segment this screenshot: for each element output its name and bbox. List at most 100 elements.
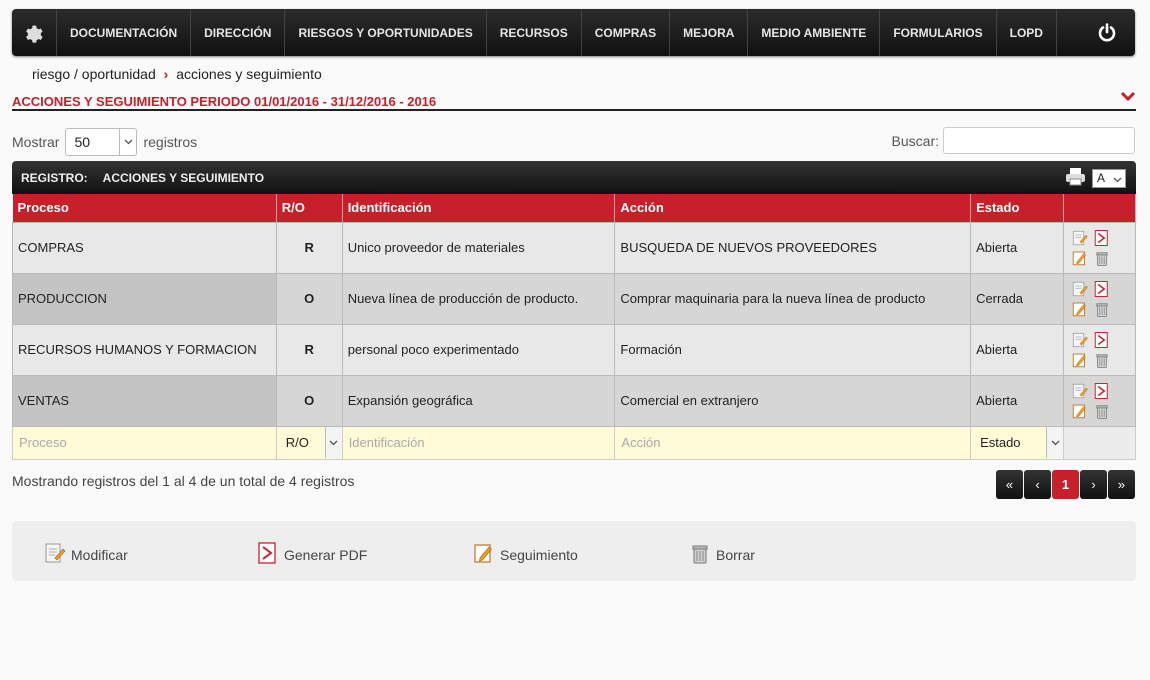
legend-modificar: Modificar: [43, 541, 128, 568]
records-table: Proceso R/O Identificación Acción Estado…: [12, 194, 1136, 460]
pdf-icon[interactable]: [1093, 228, 1111, 248]
filter-estado-value: Estado: [980, 435, 1021, 450]
legend-borrar: Borrar: [688, 541, 755, 568]
nav-recursos[interactable]: RECURSOS: [487, 9, 582, 56]
page-first-button[interactable]: «: [996, 470, 1023, 499]
pdf-icon[interactable]: [1093, 330, 1111, 350]
nav-mejora[interactable]: MEJORA: [670, 9, 749, 56]
cell-ro: R: [275, 323, 343, 376]
cell-estado: Abierta: [970, 323, 1064, 376]
table-row[interactable]: RECURSOS HUMANOS Y FORMACION Rpersonal po…: [12, 323, 1136, 376]
filter-estado-select[interactable]: Estado: [970, 425, 1064, 460]
records-per-page-select[interactable]: 50: [65, 128, 138, 156]
pdf-icon[interactable]: [1093, 381, 1111, 401]
edit-document-icon[interactable]: [1071, 381, 1089, 401]
filter-proceso-input[interactable]: Proceso: [12, 425, 277, 460]
legend-pdf-label: Generar PDF: [284, 546, 368, 563]
edit-document-icon[interactable]: [1071, 279, 1089, 299]
length-menu-prefix: Mostrar: [12, 134, 60, 150]
cell-estado: Abierta: [970, 374, 1064, 427]
filter-accion-input[interactable]: Acción: [614, 425, 972, 460]
cell-actions: [1063, 374, 1136, 427]
tracking-pencil-icon[interactable]: [1071, 350, 1089, 370]
legend-seguimiento: Seguimiento: [472, 541, 578, 568]
cell-actions: [1063, 221, 1136, 274]
nav-compras[interactable]: COMPRAS: [582, 9, 671, 56]
page-next-button[interactable]: ›: [1080, 470, 1107, 499]
column-header-identificacion[interactable]: Identificación: [342, 194, 616, 222]
edit-document-icon[interactable]: [1071, 330, 1089, 350]
records-per-page-value: 50: [74, 134, 91, 150]
page-current-button[interactable]: 1: [1052, 470, 1079, 499]
length-menu: Mostrar 50 registros: [12, 128, 197, 156]
nav-formularios[interactable]: FORMULARIOS: [880, 9, 997, 56]
font-size-value: A: [1097, 171, 1106, 185]
breadcrumb: riesgo / oportunidad › acciones y seguim…: [32, 66, 322, 82]
tracking-pencil-icon[interactable]: [1071, 299, 1089, 319]
table-info: Mostrando registros del 1 al 4 de un tot…: [12, 473, 355, 489]
settings-gear-icon[interactable]: [12, 9, 57, 56]
table-header-row: Proceso R/O Identificación Acción Estado: [12, 194, 1136, 222]
cell-proceso: VENTAS: [12, 374, 277, 427]
legend-seguimiento-label: Seguimiento: [500, 546, 578, 563]
cell-accion: BUSQUEDA DE NUEVOS PROVEEDORES: [614, 221, 972, 274]
nav-lopd[interactable]: LOPD: [997, 9, 1057, 56]
print-icon[interactable]: [1065, 167, 1086, 189]
legend-borrar-label: Borrar: [716, 546, 755, 563]
nav-direccion[interactable]: DIRECCIÓN: [191, 9, 286, 56]
filter-empty-cell: [1063, 425, 1136, 460]
nav-medio-ambiente[interactable]: MEDIO AMBIENTE: [748, 9, 881, 56]
cell-actions: [1063, 323, 1136, 376]
trash-can-icon: [688, 541, 712, 568]
trash-can-icon[interactable]: [1093, 299, 1111, 319]
trash-can-icon[interactable]: [1093, 248, 1111, 268]
cell-identificacion: Nueva línea de producción de producto.: [341, 272, 616, 325]
font-size-select[interactable]: A: [1092, 168, 1126, 188]
pdf-icon: [256, 541, 280, 568]
page-prev-button[interactable]: ‹: [1024, 470, 1051, 499]
cell-identificacion: Unico proveedor de materiales: [341, 221, 616, 274]
column-header-estado[interactable]: Estado: [970, 194, 1064, 222]
cell-actions: [1063, 272, 1136, 325]
table-row[interactable]: COMPRAS R Unico proveedor de materiales BUS…: [12, 221, 1136, 274]
table-bar-name: ACCIONES Y SEGUIMIENTO: [102, 170, 265, 185]
column-header-ro[interactable]: R/O: [276, 194, 343, 222]
table-bar-label: REGISTRO:: [21, 170, 88, 185]
cell-estado: Cerrada: [970, 272, 1064, 325]
trash-can-icon[interactable]: [1093, 350, 1111, 370]
cell-ro: R: [275, 221, 343, 274]
action-legend: Modificar Generar PDF Seguimiento Borrar: [12, 521, 1136, 581]
nav-documentacion[interactable]: DOCUMENTACIÓN: [57, 9, 192, 56]
filter-ro-value: R/O: [285, 435, 309, 450]
table-row[interactable]: PRODUCCION O Nueva línea de producción de …: [12, 272, 1136, 325]
cell-estado: Abierta: [970, 221, 1064, 274]
cell-identificacion: Expansión geográfica: [341, 374, 616, 427]
breadcrumb-parent-link[interactable]: riesgo / oportunidad: [32, 66, 156, 82]
filter-ro-select[interactable]: R/O: [275, 425, 343, 460]
cell-accion: Comprar maquinaria para la nueva línea d…: [614, 272, 972, 325]
filter-identificacion-input[interactable]: Identificación: [341, 425, 616, 460]
trash-can-icon[interactable]: [1093, 401, 1111, 421]
search-label: Buscar:: [891, 132, 939, 149]
tracking-pencil-icon[interactable]: [1071, 248, 1089, 268]
column-header-proceso[interactable]: Proceso: [12, 194, 277, 222]
filter-row: Proceso R/O Identificación Acción Estado: [12, 425, 1136, 460]
pagination: « ‹ 1 › »: [996, 470, 1135, 499]
table-row[interactable]: VENTAS O Expansión geográfica Comercial en …: [12, 374, 1136, 427]
edit-document-icon[interactable]: [1071, 228, 1089, 248]
legend-modificar-label: Modificar: [71, 546, 128, 563]
chevron-down-icon: [1113, 172, 1122, 186]
table-bar-tools: A: [1065, 167, 1126, 189]
tracking-pencil-icon: [472, 541, 496, 568]
pdf-icon[interactable]: [1093, 279, 1111, 299]
power-logout-icon[interactable]: [1079, 9, 1135, 56]
legend-pdf: Generar PDF: [256, 541, 367, 568]
column-header-accion[interactable]: Acción: [614, 194, 972, 222]
nav-riesgos-oportunidades[interactable]: RIESGOS Y OPORTUNIDADES: [285, 9, 487, 56]
tracking-pencil-icon[interactable]: [1071, 401, 1089, 421]
search-input[interactable]: [943, 127, 1135, 154]
chevron-down-icon[interactable]: [1120, 89, 1136, 107]
cell-accion: Formación: [614, 323, 972, 376]
cell-identificacion: personal poco experimentado: [341, 323, 616, 376]
page-last-button[interactable]: »: [1108, 470, 1135, 499]
